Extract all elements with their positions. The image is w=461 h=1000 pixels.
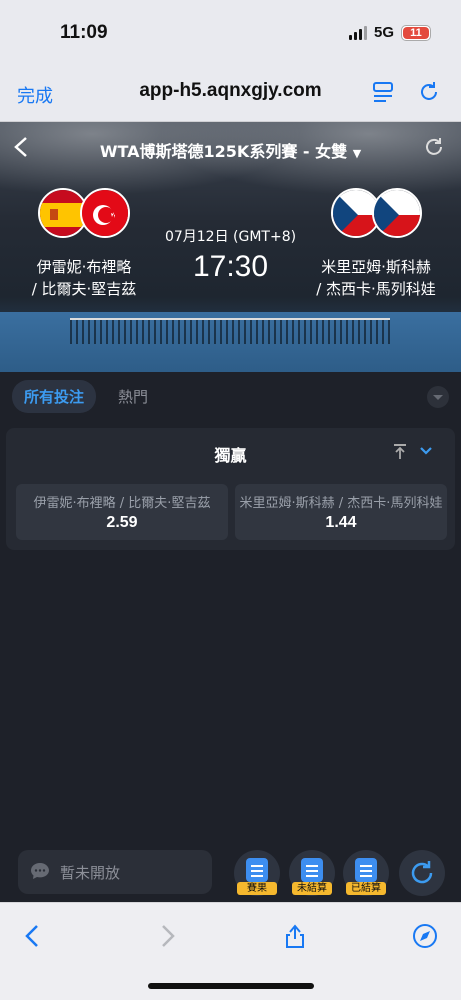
odds-label: 米里亞姆·斯科赫 / 杰西卡·馬列科娃 — [239, 496, 443, 511]
home-team-line2: / 比爾夫·堅吉茲 — [31, 280, 137, 298]
away-team-line2: / 杰西卡·馬列科娃 — [316, 280, 436, 298]
match-date: 07月12日 (GMT+8) — [164, 229, 297, 245]
battery-icon: 11 — [401, 24, 431, 41]
match-title-text: WTA博斯塔德125K系列賽 - 女雙 — [99, 142, 348, 161]
odds-label: 伊雷妮·布裡略 / 比爾夫·堅吉茲 — [33, 496, 211, 511]
document-icon — [301, 858, 323, 882]
chat-input[interactable]: 暫未開放 — [18, 850, 212, 894]
tab-all-bets[interactable]: 所有投注 — [12, 380, 97, 413]
home-team-name: 伊雷妮·布裡略 / 比爾夫·堅吉茲 — [4, 256, 164, 300]
refresh-icon[interactable] — [423, 136, 445, 158]
compass-icon[interactable] — [412, 923, 438, 949]
back-icon[interactable] — [20, 923, 46, 949]
tab-popular[interactable]: 熱門 — [118, 386, 148, 407]
refresh-button[interactable] — [399, 850, 445, 896]
document-icon — [246, 858, 268, 882]
battery-level: 11 — [410, 26, 422, 39]
odds-value: 2.59 — [106, 514, 138, 531]
market-title: 獨贏 — [214, 446, 247, 465]
chevron-down-icon[interactable] — [419, 444, 433, 458]
odds-option-away[interactable]: 米里亞姆·斯科赫 / 杰西卡·馬列科娃 1.44 — [235, 484, 447, 540]
dropdown-caret-icon: ▼ — [352, 147, 362, 160]
results-label: 賽果 — [237, 882, 277, 895]
match-header: WTA博斯塔德125K系列賽 - 女雙 ▼ 07月12日 (GMT+8) 17:… — [0, 122, 461, 372]
pin-top-icon[interactable] — [393, 444, 407, 460]
chat-placeholder: 暫未開放 — [60, 864, 121, 882]
document-icon — [355, 858, 377, 882]
network-type: 5G — [373, 24, 394, 41]
reader-icon[interactable] — [371, 80, 395, 104]
reload-icon[interactable] — [417, 80, 441, 104]
refresh-icon — [411, 861, 433, 884]
market-card: 獨贏 伊雷妮·布裡略 / 比爾夫·堅吉茲 2.59 米里亞姆·斯科赫 / 杰西卡… — [6, 428, 455, 550]
status-bar: 11:09 5G 11 — [0, 0, 461, 62]
unsettled-label: 未結算 — [292, 882, 332, 895]
signal-icon — [348, 25, 367, 40]
settled-button[interactable]: 已結算 — [343, 850, 389, 896]
away-team-line1: 米里亞姆·斯科赫 — [321, 258, 431, 276]
home-indicator[interactable] — [148, 983, 314, 989]
chat-bubble-icon — [31, 863, 49, 879]
odds-option-home[interactable]: 伊雷妮·布裡略 / 比爾夫·堅吉茲 2.59 — [16, 484, 228, 540]
tennis-net — [70, 318, 390, 344]
odds-value: 1.44 — [325, 514, 357, 531]
away-team-name: 米里亞姆·斯科赫 / 杰西卡·馬列科娃 — [296, 256, 456, 300]
forward-icon[interactable] — [154, 923, 180, 949]
bottom-toolbar: 暫未開放 賽果 未結算 已結算 — [0, 846, 461, 902]
results-button[interactable]: 賽果 — [234, 850, 280, 896]
settled-label: 已結算 — [346, 882, 386, 895]
unsettled-button[interactable]: 未結算 — [289, 850, 335, 896]
bet-tabs: 所有投注 熱門 — [0, 372, 461, 420]
match-title[interactable]: WTA博斯塔德125K系列賽 - 女雙 ▼ — [0, 138, 461, 162]
status-time: 11:09 — [60, 22, 108, 43]
home-team-line1: 伊雷妮·布裡略 — [36, 258, 132, 276]
collapse-tabs-icon[interactable] — [427, 386, 449, 408]
share-icon[interactable] — [282, 923, 308, 949]
browser-url-bar: 完成 app-h5.aqnxgjy.com — [0, 62, 461, 122]
status-indicators: 5G 11 — [348, 24, 431, 41]
